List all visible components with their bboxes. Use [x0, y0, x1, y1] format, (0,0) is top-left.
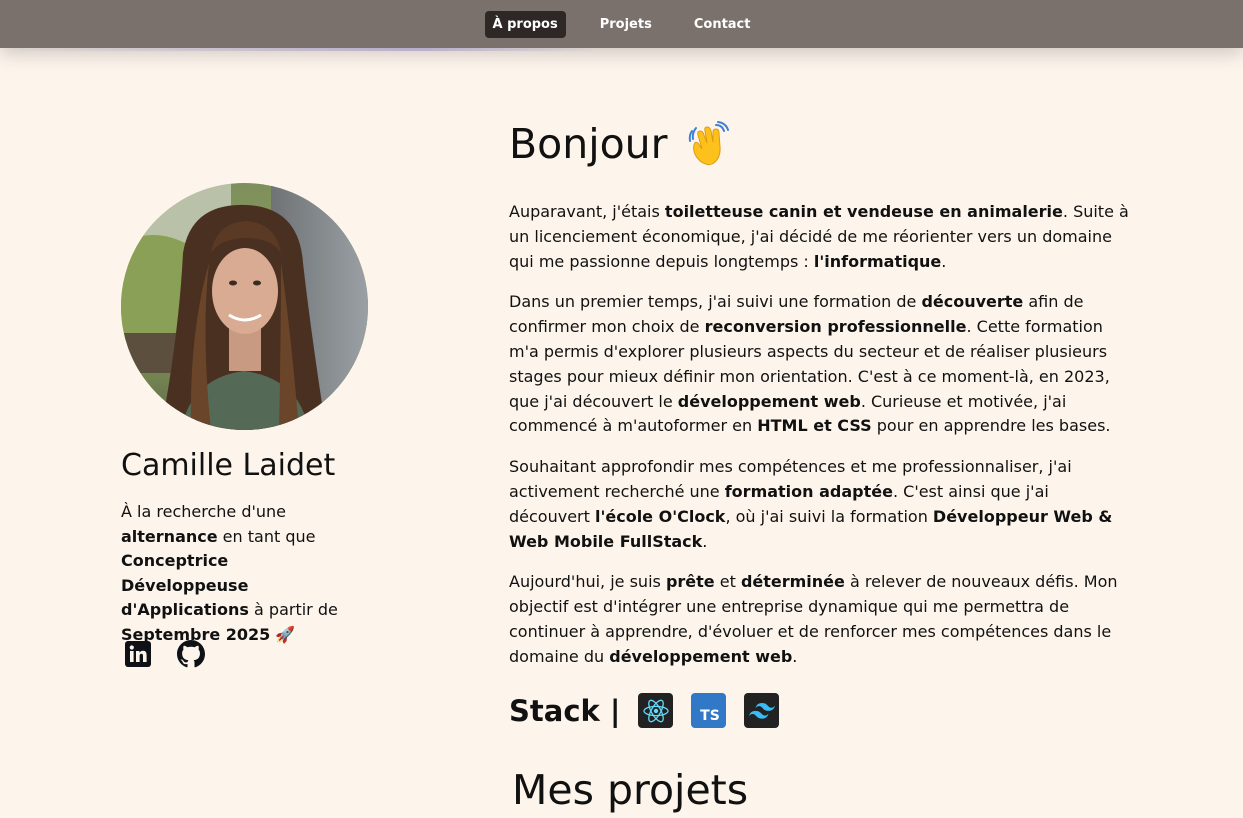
social-links — [124, 640, 205, 668]
nav-accent-line — [0, 48, 600, 51]
text: , où j'ai suivi la formation — [725, 506, 933, 526]
strong-text: développement web — [609, 646, 793, 666]
about-paragraph-4: Aujourd'hui, je suis prête et déterminée… — [509, 570, 1129, 669]
about-paragraph-1: Auparavant, j'étais toiletteuse canin et… — [509, 200, 1129, 274]
profile-name: Camille Laidet — [121, 448, 336, 483]
tagline-strong: Conceptrice Développeuse d'Applications — [121, 551, 249, 620]
about-text: Auparavant, j'étais toiletteuse canin et… — [509, 200, 1129, 686]
strong-text: l'école O'Clock — [594, 506, 726, 526]
waving-hand-icon — [688, 121, 729, 166]
text: . — [702, 531, 708, 551]
strong-text: prête — [665, 572, 715, 592]
nav-link-projets[interactable]: Projets — [592, 11, 660, 38]
strong-text: développement web — [677, 391, 861, 411]
tailwind-icon — [744, 693, 780, 728]
profile-photo — [121, 183, 368, 430]
tagline-part: en tant que — [217, 526, 316, 546]
strong-text: formation adaptée — [724, 481, 893, 501]
tech-stack: Stack | TS — [509, 693, 797, 728]
about-paragraph-2: Dans un premier temps, j'ai suivi une fo… — [509, 290, 1129, 439]
linkedin-icon[interactable] — [124, 640, 152, 668]
nav-link-a-propos[interactable]: À propos — [484, 10, 566, 38]
strong-text: l'informatique — [813, 251, 942, 271]
strong-text: découverte — [921, 292, 1024, 312]
text: Auparavant, j'étais — [509, 202, 665, 221]
strong-text: reconversion professionnelle — [704, 317, 967, 337]
greeting-title: Bonjour — [509, 120, 732, 168]
top-navbar: À propos Projets Contact — [0, 0, 1243, 48]
typescript-icon: TS — [691, 693, 727, 728]
greeting-text: Bonjour — [509, 120, 668, 168]
tagline-part: À la recherche d'une — [121, 502, 286, 521]
react-icon — [638, 693, 674, 728]
strong-text: déterminée — [740, 572, 845, 592]
ts-label: TS — [700, 708, 720, 724]
strong-text: toiletteuse canin et vendeuse en animale… — [664, 202, 1063, 221]
projects-title: Mes projets — [512, 766, 749, 814]
tagline-part: à partir de — [248, 600, 338, 620]
strong-text: HTML et CSS — [757, 416, 872, 436]
text: Aujourd'hui, je suis — [509, 572, 666, 592]
tagline-strong: alternance — [121, 526, 218, 546]
text: . — [792, 646, 798, 666]
rocket-icon: 🚀 — [270, 624, 296, 644]
stack-title: Stack | — [509, 693, 621, 728]
text: et — [714, 572, 741, 592]
text: Dans un premier temps, j'ai suivi une fo… — [509, 292, 922, 312]
text: . — [941, 251, 947, 271]
nav-link-contact[interactable]: Contact — [686, 11, 759, 38]
text: pour en apprendre les bases. — [871, 416, 1111, 436]
about-paragraph-3: Souhaitant approfondir mes compétences e… — [509, 455, 1129, 554]
profile-tagline: À la recherche d'une alternance en tant … — [121, 500, 361, 648]
github-icon[interactable] — [177, 640, 205, 668]
